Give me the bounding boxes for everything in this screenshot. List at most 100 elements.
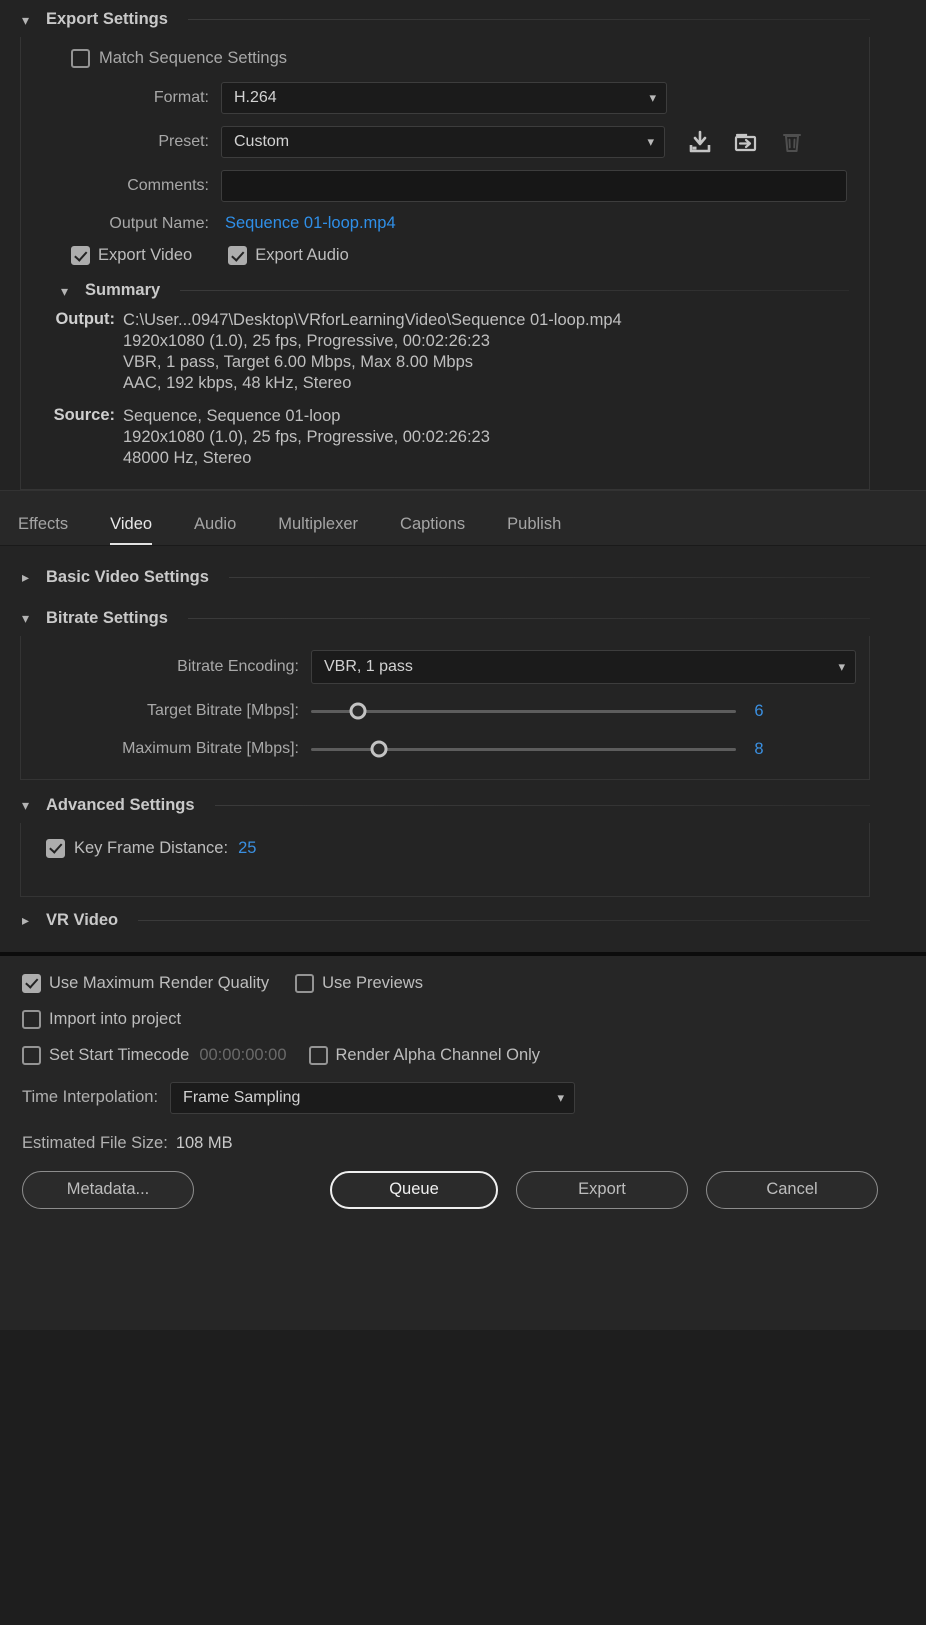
chevron-down-icon[interactable]: ▾: [22, 611, 36, 625]
use-previews-row[interactable]: Use Previews: [295, 973, 423, 993]
format-label: Format:: [153, 89, 209, 106]
chevron-down-icon[interactable]: ▾: [61, 284, 75, 298]
slider-thumb[interactable]: [370, 740, 388, 758]
output-name-label: Output Name:: [109, 214, 209, 232]
use-max-render-quality-label: Use Maximum Render Quality: [49, 973, 270, 992]
summary-output-line: C:\User...0947\Desktop\VRforLearningVide…: [123, 311, 622, 329]
bitrate-encoding-label: Bitrate Encoding:: [177, 657, 299, 675]
export-settings-panel: Match Sequence Settings Format: H.264 ▾ …: [20, 37, 870, 490]
maximum-bitrate-slider[interactable]: [311, 740, 736, 758]
tab-captions[interactable]: Captions: [400, 515, 465, 545]
comments-input[interactable]: [221, 170, 847, 202]
summary-source-key: Source:: [53, 405, 115, 424]
summary-output-line: 1920x1080 (1.0), 25 fps, Progressive, 00…: [123, 331, 490, 350]
import-into-project-checkbox[interactable]: [22, 1009, 41, 1029]
use-max-render-quality-checkbox[interactable]: [22, 973, 41, 993]
dialog-buttons: Metadata... Queue Export Cancel: [0, 1170, 926, 1209]
start-timecode-value[interactable]: 00:00:00:00: [199, 1046, 286, 1065]
chevron-down-icon[interactable]: ▾: [22, 798, 36, 812]
match-sequence-checkbox[interactable]: [71, 49, 90, 68]
summary-output-key: Output:: [55, 310, 115, 328]
bitrate-encoding-dropdown[interactable]: VBR, 1 pass ▾: [311, 649, 856, 684]
time-interpolation-value: Frame Sampling: [183, 1088, 301, 1106]
tab-video[interactable]: Video: [110, 515, 153, 545]
chevron-right-icon[interactable]: ▸: [22, 913, 36, 927]
metadata-button[interactable]: Metadata...: [22, 1170, 194, 1209]
use-max-render-quality-row[interactable]: Use Maximum Render Quality: [22, 973, 270, 993]
slider-track[interactable]: [311, 702, 736, 720]
tab-audio[interactable]: Audio: [194, 515, 236, 545]
key-frame-distance-checkbox[interactable]: [46, 838, 65, 858]
preset-label: Preset:: [158, 133, 209, 150]
render-alpha-only-row[interactable]: Render Alpha Channel Only: [308, 1045, 541, 1065]
cancel-button[interactable]: Cancel: [706, 1170, 878, 1209]
chevron-right-icon[interactable]: ▸: [22, 570, 36, 584]
export-settings-header[interactable]: ▾ Export Settings: [0, 0, 926, 37]
summary-source-block: Source: Sequence, Sequence 01-loop 1920x…: [39, 406, 869, 469]
advanced-settings-header[interactable]: ▾ Advanced Settings: [0, 780, 926, 823]
set-start-timecode-checkbox[interactable]: [22, 1045, 41, 1065]
tab-multiplexer[interactable]: Multiplexer: [278, 515, 358, 545]
bitrate-settings-panel: Bitrate Encoding: VBR, 1 pass ▾ Target B…: [20, 635, 870, 780]
summary-source-line: 48000 Hz, Stereo: [123, 448, 252, 467]
export-video-checkbox[interactable]: [71, 246, 90, 265]
maximum-bitrate-value[interactable]: 8: [736, 740, 782, 759]
import-into-project-checkbox-row[interactable]: Import into project: [22, 1009, 181, 1029]
key-frame-distance-row: Key Frame Distance: 25: [21, 838, 869, 858]
save-preset-icon[interactable]: [687, 129, 713, 155]
export-button[interactable]: Export: [516, 1170, 688, 1209]
output-name-row: Output Name: Sequence 01-loop.mp4: [21, 214, 869, 233]
time-interpolation-dropdown[interactable]: Frame Sampling ▾: [170, 1081, 576, 1114]
summary-title: Summary: [85, 281, 161, 299]
format-row: Format: H.264 ▾: [21, 82, 869, 114]
chevron-down-icon: ▾: [557, 1089, 565, 1105]
preset-row: Preset: Custom ▾: [21, 126, 869, 158]
delete-preset-icon[interactable]: [779, 129, 805, 155]
bitrate-encoding-row: Bitrate Encoding: VBR, 1 pass ▾: [21, 649, 869, 684]
basic-video-settings-header[interactable]: ▸ Basic Video Settings: [0, 546, 926, 595]
set-start-timecode-row[interactable]: Set Start Timecode: [22, 1045, 189, 1065]
export-audio-checkbox-row[interactable]: Export Audio: [228, 246, 349, 265]
export-video-label: Export Video: [98, 246, 193, 264]
key-frame-distance-value[interactable]: 25: [238, 839, 256, 858]
use-previews-checkbox[interactable]: [295, 973, 315, 993]
target-bitrate-value[interactable]: 6: [736, 702, 782, 721]
target-bitrate-slider[interactable]: [311, 702, 736, 720]
summary-source-line: Sequence, Sequence 01-loop: [123, 406, 341, 425]
chevron-down-icon[interactable]: ▾: [22, 13, 36, 27]
export-video-checkbox-row[interactable]: Export Video: [71, 246, 192, 265]
use-previews-label: Use Previews: [322, 973, 423, 992]
tab-publish[interactable]: Publish: [507, 515, 561, 545]
vr-video-header[interactable]: ▸ VR Video: [0, 897, 926, 952]
advanced-settings-panel: Key Frame Distance: 25: [20, 822, 870, 897]
match-sequence-label: Match Sequence Settings: [99, 49, 288, 67]
export-audio-checkbox[interactable]: [228, 246, 248, 265]
preset-value: Custom: [234, 133, 290, 150]
render-alpha-only-checkbox[interactable]: [308, 1045, 328, 1065]
divider: [187, 617, 870, 619]
bitrate-settings-title: Bitrate Settings: [46, 608, 168, 627]
chevron-down-icon: ▾: [838, 658, 845, 674]
format-dropdown[interactable]: H.264 ▾: [221, 82, 667, 114]
divider: [180, 290, 849, 291]
summary-source-line: 1920x1080 (1.0), 25 fps, Progressive, 00…: [123, 427, 490, 446]
slider-thumb[interactable]: [349, 702, 367, 720]
import-preset-icon[interactable]: [733, 129, 759, 155]
match-sequence-row[interactable]: Match Sequence Settings: [21, 49, 869, 68]
divider: [228, 576, 870, 578]
render-alpha-only-label: Render Alpha Channel Only: [335, 1045, 541, 1064]
export-options-footer: Use Maximum Render Quality Use Previews …: [0, 951, 926, 1330]
basic-video-settings-title: Basic Video Settings: [46, 567, 209, 586]
preset-dropdown[interactable]: Custom ▾: [221, 126, 665, 158]
estimated-file-size-label: Estimated File Size:: [22, 1133, 168, 1152]
slider-track[interactable]: [311, 740, 736, 758]
output-name-link[interactable]: Sequence 01-loop.mp4: [225, 214, 396, 233]
bitrate-settings-header[interactable]: ▾ Bitrate Settings: [0, 595, 926, 636]
tab-effects[interactable]: Effects: [18, 515, 68, 545]
queue-button[interactable]: Queue: [330, 1170, 498, 1209]
estimated-file-size-value: 108 MB: [175, 1133, 233, 1152]
video-tab-panel: ▸ Basic Video Settings ▾ Bitrate Setting…: [0, 545, 926, 952]
import-into-project-row[interactable]: Import into project: [0, 1009, 926, 1029]
summary-header[interactable]: ▾ Summary: [21, 273, 869, 310]
timecode-alpha-row: Set Start Timecode 00:00:00:00 Render Al…: [0, 1045, 926, 1065]
